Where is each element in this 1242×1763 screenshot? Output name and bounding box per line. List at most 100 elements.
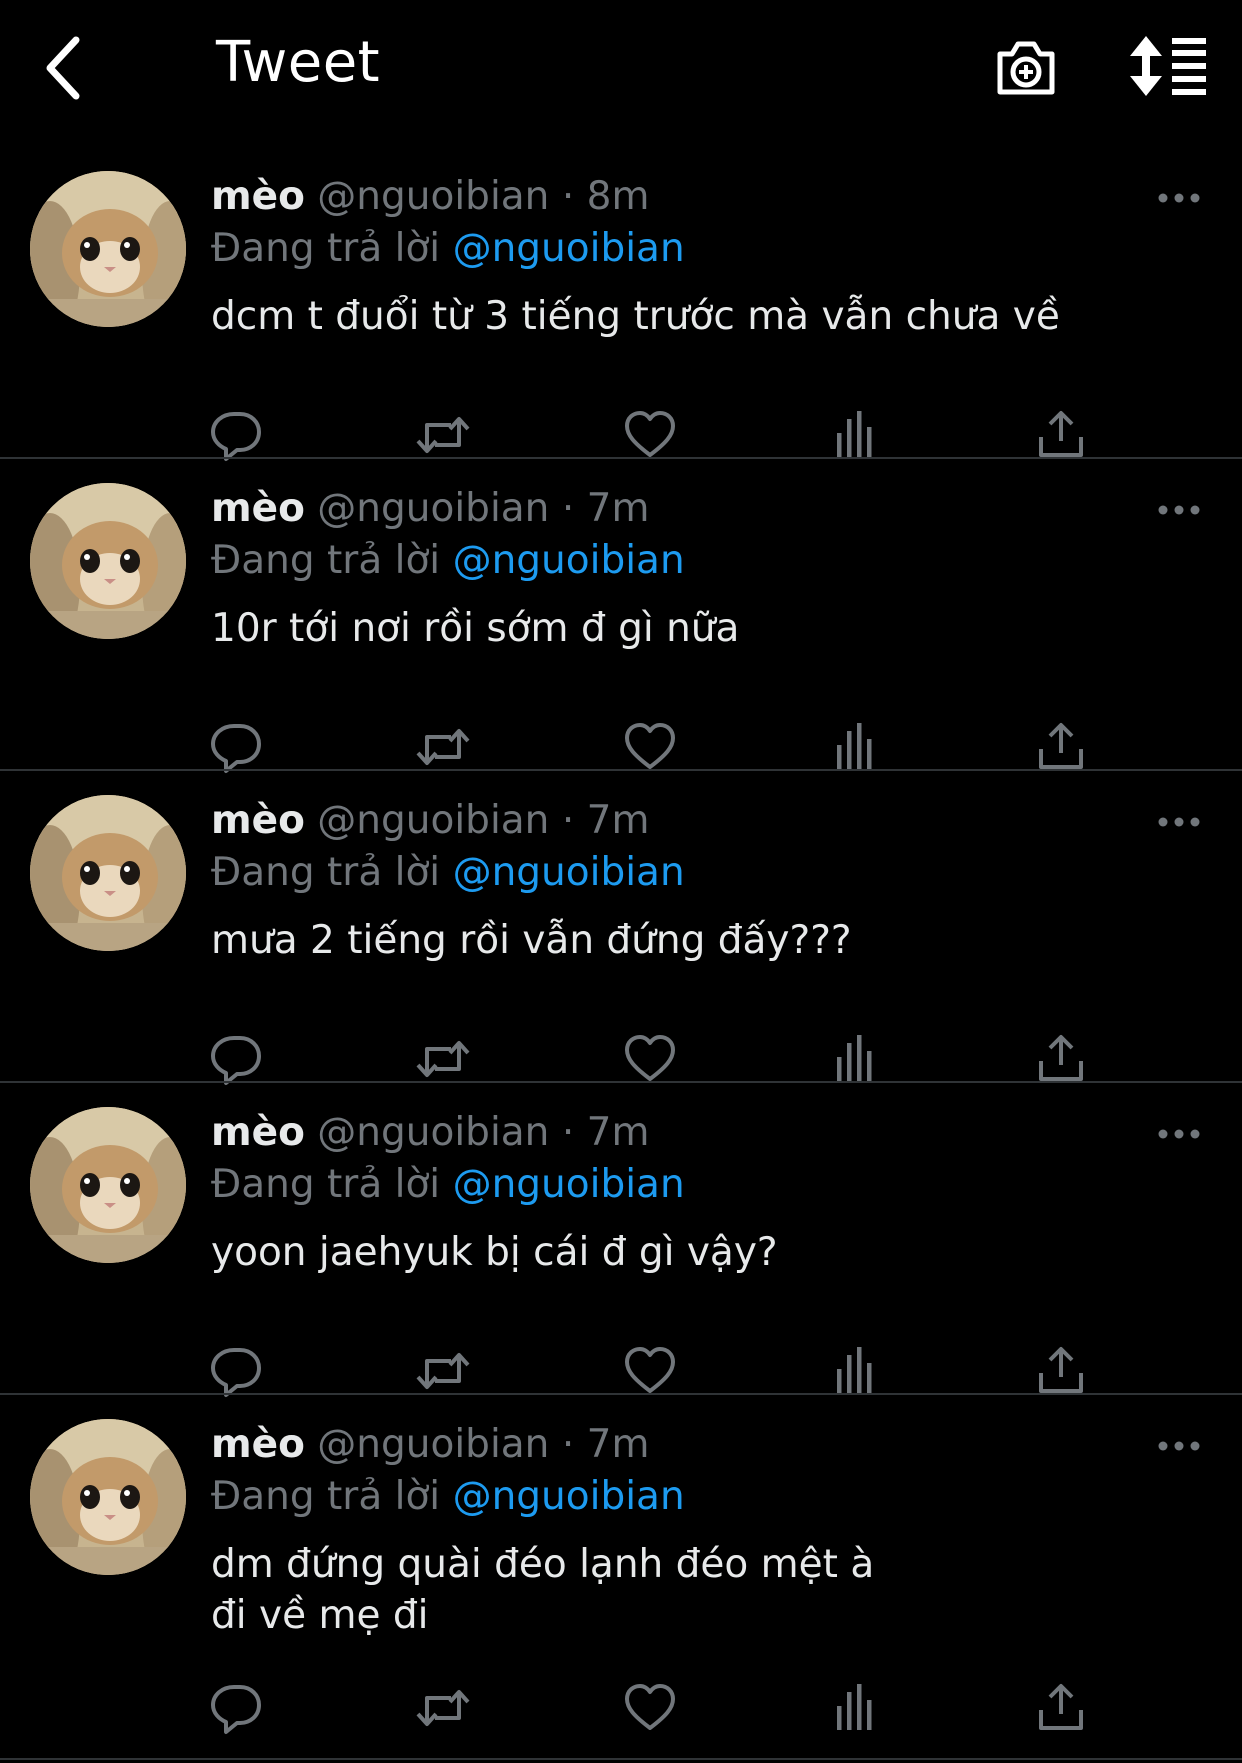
- cat-avatar-image: [30, 483, 186, 639]
- timestamp: 7m: [586, 486, 650, 531]
- reply-mention[interactable]: @nguoibian: [453, 1474, 685, 1519]
- reply-context: Đang trả lời @nguoibian: [211, 538, 685, 584]
- retweet-button[interactable]: [415, 1343, 471, 1399]
- like-button[interactable]: [622, 407, 678, 463]
- reply-mention[interactable]: @nguoibian: [453, 850, 685, 895]
- share-button[interactable]: [1033, 719, 1089, 775]
- reply-prefix: Đang trả lời: [211, 1162, 441, 1207]
- tweet-divider: [0, 769, 1242, 771]
- share-icon: [1039, 1035, 1083, 1081]
- analytics-icon: [837, 1035, 872, 1081]
- reply-context: Đang trả lời @nguoibian: [211, 850, 685, 896]
- user-handle[interactable]: @nguoibian: [317, 174, 549, 219]
- reply-button[interactable]: [208, 407, 264, 463]
- user-handle[interactable]: @nguoibian: [317, 1110, 549, 1155]
- share-button[interactable]: [1033, 1680, 1089, 1736]
- tweet-text: mưa 2 tiếng rồi vẫn đứng đấy???: [211, 918, 852, 963]
- reply-mention[interactable]: @nguoibian: [453, 1162, 685, 1207]
- retweet-button[interactable]: [415, 407, 471, 463]
- display-name[interactable]: mèo: [211, 798, 305, 843]
- avatar[interactable]: [30, 171, 186, 327]
- analytics-button[interactable]: [828, 1343, 884, 1399]
- more-options-icon[interactable]: [1158, 192, 1200, 204]
- analytics-button[interactable]: [828, 719, 884, 775]
- timestamp: 7m: [586, 1422, 650, 1467]
- tweet-text: yoon jaehyuk bị cái đ gì vậy?: [211, 1230, 778, 1275]
- tweet-header: mèo @nguoibian · 7m: [211, 1110, 649, 1156]
- tweet-divider: [0, 457, 1242, 459]
- timestamp: 7m: [586, 798, 650, 843]
- like-button[interactable]: [622, 1680, 678, 1736]
- tweet-divider: [0, 1393, 1242, 1395]
- more-options-icon[interactable]: [1158, 1440, 1200, 1452]
- analytics-icon: [837, 411, 872, 457]
- avatar[interactable]: [30, 1419, 186, 1575]
- analytics-button[interactable]: [828, 407, 884, 463]
- reply-button[interactable]: [208, 1343, 264, 1399]
- reply-context: Đang trả lời @nguoibian: [211, 1162, 685, 1208]
- share-icon: [1039, 1684, 1083, 1730]
- timestamp: 8m: [586, 174, 650, 219]
- display-name[interactable]: mèo: [211, 1110, 305, 1155]
- retweet-button[interactable]: [415, 719, 471, 775]
- user-handle[interactable]: @nguoibian: [317, 798, 549, 843]
- separator: ·: [561, 798, 575, 843]
- cat-avatar-image: [30, 1419, 186, 1575]
- user-handle[interactable]: @nguoibian: [317, 1422, 549, 1467]
- share-button[interactable]: [1033, 407, 1089, 463]
- display-name[interactable]: mèo: [211, 486, 305, 531]
- tweet-header: mèo @nguoibian · 7m: [211, 1422, 649, 1468]
- tweet-divider: [0, 1758, 1242, 1760]
- retweet-icon: [416, 1353, 470, 1389]
- reply-icon: [211, 724, 261, 773]
- like-icon: [625, 1347, 675, 1393]
- tweet-text: dcm t đuổi từ 3 tiếng trước mà vẫn chưa …: [211, 294, 1060, 339]
- separator: ·: [561, 1110, 575, 1155]
- more-options-icon[interactable]: [1158, 504, 1200, 516]
- retweet-icon: [416, 729, 470, 765]
- chevron-left-icon[interactable]: [40, 34, 90, 102]
- like-icon: [625, 411, 675, 457]
- sort-list-icon[interactable]: [1130, 36, 1208, 96]
- share-button[interactable]: [1033, 1343, 1089, 1399]
- retweet-icon: [416, 1041, 470, 1077]
- share-button[interactable]: [1033, 1031, 1089, 1087]
- reply-mention[interactable]: @nguoibian: [453, 226, 685, 271]
- more-options-icon[interactable]: [1158, 1128, 1200, 1140]
- separator: ·: [561, 1422, 575, 1467]
- reply-prefix: Đang trả lời: [211, 850, 441, 895]
- reply-mention[interactable]: @nguoibian: [453, 538, 685, 583]
- separator: ·: [561, 486, 575, 531]
- camera-plus-icon[interactable]: [994, 36, 1058, 98]
- reply-icon: [211, 412, 261, 461]
- more-options-icon[interactable]: [1158, 816, 1200, 828]
- analytics-icon: [837, 1347, 872, 1393]
- analytics-button[interactable]: [828, 1031, 884, 1087]
- retweet-button[interactable]: [415, 1031, 471, 1087]
- like-button[interactable]: [622, 1031, 678, 1087]
- display-name[interactable]: mèo: [211, 1422, 305, 1467]
- tweet-header: mèo @nguoibian · 7m: [211, 486, 649, 532]
- reply-context: Đang trả lời @nguoibian: [211, 1474, 685, 1520]
- share-icon: [1039, 1347, 1083, 1393]
- avatar[interactable]: [30, 483, 186, 639]
- like-button[interactable]: [622, 719, 678, 775]
- reply-prefix: Đang trả lời: [211, 226, 441, 271]
- retweet-icon: [416, 417, 470, 453]
- retweet-button[interactable]: [415, 1680, 471, 1736]
- analytics-icon: [837, 1684, 872, 1730]
- reply-context: Đang trả lời @nguoibian: [211, 226, 685, 272]
- analytics-button[interactable]: [828, 1680, 884, 1736]
- display-name[interactable]: mèo: [211, 174, 305, 219]
- share-icon: [1039, 723, 1083, 769]
- reply-button[interactable]: [208, 1031, 264, 1087]
- reply-button[interactable]: [208, 719, 264, 775]
- avatar[interactable]: [30, 1107, 186, 1263]
- reply-icon: [211, 1685, 261, 1734]
- avatar[interactable]: [30, 795, 186, 951]
- page-title: Tweet: [216, 30, 381, 95]
- user-handle[interactable]: @nguoibian: [317, 486, 549, 531]
- like-button[interactable]: [622, 1343, 678, 1399]
- reply-button[interactable]: [208, 1680, 264, 1736]
- cat-avatar-image: [30, 171, 186, 327]
